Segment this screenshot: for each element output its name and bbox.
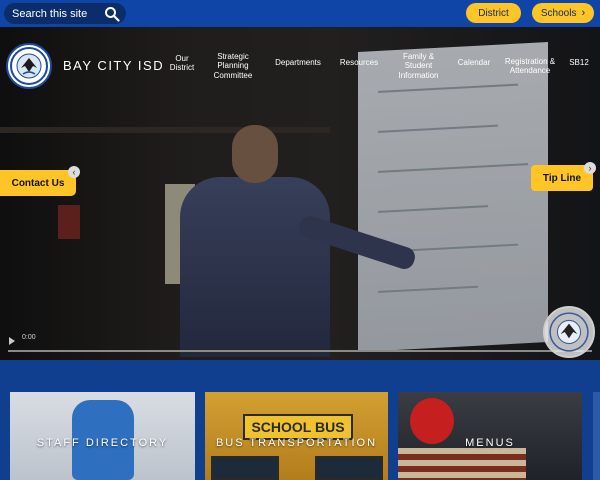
video-time: 0:00 — [22, 334, 36, 341]
district-button[interactable]: District — [466, 3, 521, 23]
nav-our-district[interactable]: Our District — [163, 51, 201, 75]
search-input[interactable] — [4, 7, 98, 20]
nav-family-student-info[interactable]: Family & Student Information — [391, 51, 446, 81]
menus-label: MENUS — [465, 437, 515, 449]
district-button-label: District — [478, 7, 509, 19]
search-box — [4, 3, 126, 24]
menus-card[interactable]: MENUS — [398, 392, 582, 480]
watermark-seal-icon — [549, 312, 589, 352]
card-scroll-strip[interactable] — [593, 392, 600, 480]
chevron-right-icon: › — [581, 7, 586, 19]
district-seal-icon — [10, 47, 48, 85]
contact-us-button[interactable]: Contact Us — [0, 170, 76, 196]
staff-directory-card[interactable]: STAFF DIRECTORY — [10, 392, 195, 480]
staff-directory-label: STAFF DIRECTORY — [36, 437, 169, 449]
utility-bar: District Schools › — [0, 0, 600, 27]
play-icon[interactable] — [9, 337, 15, 345]
nav-registration-attendance[interactable]: Registration & Attendance — [503, 51, 557, 81]
bus-transportation-label: BUS TRANSPORTATION — [215, 437, 378, 449]
district-logo[interactable] — [6, 43, 52, 89]
contact-us-label: Contact Us — [11, 177, 65, 189]
nav-strategic-planning[interactable]: Strategic Planning Committee — [207, 51, 259, 81]
video-progress-bar[interactable] — [8, 350, 592, 352]
books-image — [398, 448, 526, 480]
nav-resources[interactable]: Resources — [335, 56, 383, 70]
nav-sb12[interactable]: SB12 — [565, 56, 593, 70]
nav-departments[interactable]: Departments — [268, 56, 328, 70]
tip-line-label: Tip Line — [542, 172, 582, 184]
schools-button[interactable]: Schools › — [532, 3, 594, 23]
bus-window — [315, 456, 383, 480]
site-title[interactable]: BAY CITY ISD — [63, 58, 164, 73]
nav-calendar[interactable]: Calendar — [454, 56, 494, 70]
schools-button-label: Schools — [540, 7, 577, 19]
search-icon[interactable] — [104, 6, 120, 22]
bus-window — [211, 456, 279, 480]
chevron-left-icon[interactable]: ‹ — [68, 166, 80, 178]
bus-transportation-card[interactable]: SCHOOL BUS BUS TRANSPORTATION — [205, 392, 388, 480]
watermark-seal — [543, 306, 595, 358]
chevron-right-icon[interactable]: › — [584, 162, 596, 174]
